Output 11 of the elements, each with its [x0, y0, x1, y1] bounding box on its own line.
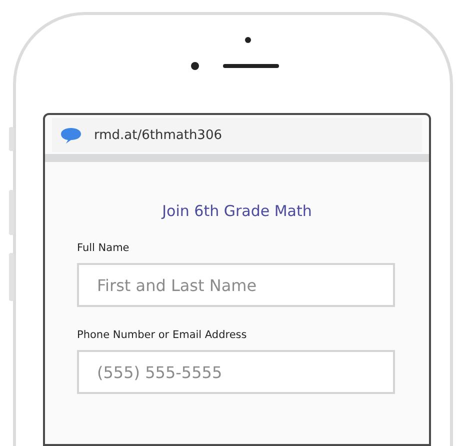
field-label: Phone Number or Email Address	[77, 329, 248, 341]
form-title: Join 6th Grade Math	[162, 202, 312, 220]
speaker-grille-icon	[223, 64, 279, 68]
sensor-dot-icon	[245, 37, 251, 43]
address-bar[interactable]: rmd.at/6thmath306	[52, 118, 422, 152]
field-label: Full Name	[77, 242, 130, 254]
url-text: rmd.at/6thmath306	[94, 128, 222, 142]
speech-bubble-icon	[60, 126, 82, 144]
camera-dot-icon	[191, 62, 199, 70]
input-field[interactable]: (555) 555-5555	[77, 350, 395, 394]
input-field[interactable]: First and Last Name	[77, 263, 395, 307]
